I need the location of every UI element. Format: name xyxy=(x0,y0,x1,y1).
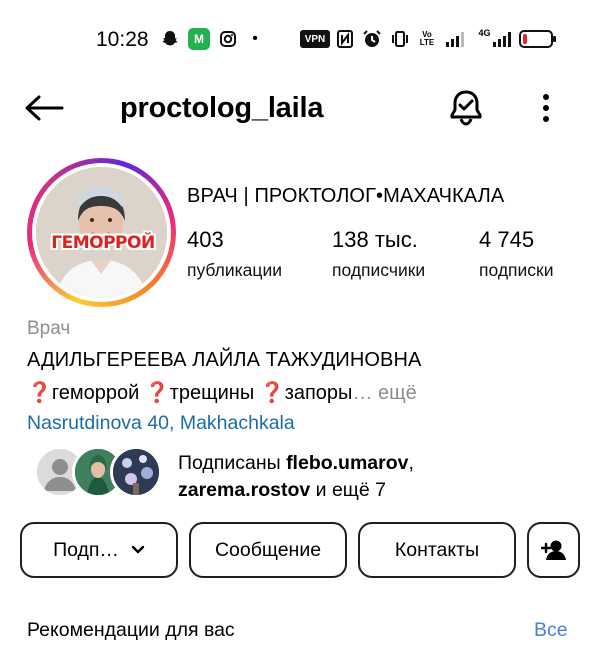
signal-icon xyxy=(444,28,466,50)
avatar-photo: ГЕМОРРОЙ xyxy=(36,167,167,298)
alarm-icon xyxy=(362,28,382,50)
followed-by-prefix: Подписаны xyxy=(178,452,287,474)
profile-location-link[interactable]: Nasrutdinova 40, Makhachkala xyxy=(27,412,295,435)
following-dropdown-button[interactable]: Подп… xyxy=(20,522,178,578)
add-user-icon xyxy=(540,540,566,560)
mutual-followers-text[interactable]: Подписаны flebo.umarov, zarema.rostov и е… xyxy=(178,450,414,504)
bio-text: трещины xyxy=(169,382,260,404)
dot-icon: • xyxy=(252,30,258,47)
avatar-caption: ГЕМОРРОЙ xyxy=(51,233,155,253)
stat-posts-value: 403 xyxy=(187,227,224,252)
profile-header: proctolog_laila xyxy=(0,78,600,138)
snapchat-icon xyxy=(160,28,180,50)
bio-text: геморрой xyxy=(51,382,145,404)
question-mark-icon: ❓ xyxy=(144,382,170,404)
battery-fill xyxy=(523,34,527,44)
bio-text: запоры xyxy=(284,382,353,404)
followed-by-suffix: и ещё 7 xyxy=(310,479,386,501)
profile-full-name: АДИЛЬГЕРЕЕВА ЛАЙЛА ТАЖУДИНОВНА xyxy=(27,349,422,371)
following-button-label: Подп… xyxy=(53,538,119,561)
back-button[interactable] xyxy=(24,90,68,126)
more-options-button[interactable] xyxy=(530,88,562,128)
stat-following-label: подписки xyxy=(479,260,554,280)
contacts-button[interactable]: Контакты xyxy=(358,522,516,578)
stat-posts-label: публикации xyxy=(187,260,282,280)
arrow-left-icon xyxy=(25,95,64,121)
message-button[interactable]: Сообщение xyxy=(189,522,347,578)
stat-posts[interactable]: 403 публикации xyxy=(187,227,282,281)
battery-icon xyxy=(518,28,558,50)
followed-by-separator: , xyxy=(408,452,414,474)
chevron-down-icon xyxy=(131,545,145,554)
see-all-suggestions-link[interactable]: Все xyxy=(534,619,568,642)
nfc-icon xyxy=(336,28,354,50)
volte-bottom-label: LTE xyxy=(419,38,435,47)
app-icon: M xyxy=(188,28,210,50)
user-photo xyxy=(113,449,159,495)
follower-username[interactable]: flebo.umarov xyxy=(286,452,408,474)
notifications-button[interactable] xyxy=(446,88,486,128)
profile-username: proctolog_laila xyxy=(120,92,324,124)
vpn-icon: VPN xyxy=(300,30,330,48)
bio-more-link[interactable]: … ещё xyxy=(352,382,416,404)
profile-display-name: ВРАЧ | ПРОКТОЛОГ•МАХАЧКАЛА xyxy=(187,185,505,207)
vibrate-icon xyxy=(390,28,410,50)
instagram-icon xyxy=(218,28,238,50)
bell-check-icon xyxy=(450,90,482,126)
stat-following[interactable]: 4 745 подписки xyxy=(479,227,553,281)
question-mark-icon: ❓ xyxy=(27,382,52,404)
stat-followers[interactable]: 138 тыс. подписчики xyxy=(332,227,425,281)
suggestions-title: Рекомендации для вас xyxy=(27,619,235,641)
profile-bio: ❓геморрой ❓трещины ❓запоры… ещё xyxy=(27,380,417,405)
stat-following-value: 4 745 xyxy=(479,227,535,252)
stat-followers-label: подписчики xyxy=(332,260,426,280)
network-label: 4G xyxy=(478,28,491,38)
profile-category: Врач xyxy=(27,318,71,339)
status-bar: 10:28 M • VPN Vo LTE 4G xyxy=(0,0,600,78)
avatar xyxy=(110,446,162,498)
suggested-users-button[interactable] xyxy=(527,522,580,578)
mutual-followers-avatars[interactable] xyxy=(34,446,164,500)
question-mark-icon: ❓ xyxy=(259,382,285,404)
follower-username[interactable]: zarema.rostov xyxy=(178,479,310,501)
signal-4g-icon: 4G xyxy=(478,28,512,50)
more-vertical-icon xyxy=(543,94,549,122)
profile-avatar[interactable]: ГЕМОРРОЙ xyxy=(27,158,176,307)
stat-followers-value: 138 тыс. xyxy=(332,227,418,252)
avatar-frame: ГЕМОРРОЙ xyxy=(32,163,171,302)
status-time: 10:28 xyxy=(96,28,149,51)
volte-icon: Vo LTE xyxy=(416,28,438,50)
